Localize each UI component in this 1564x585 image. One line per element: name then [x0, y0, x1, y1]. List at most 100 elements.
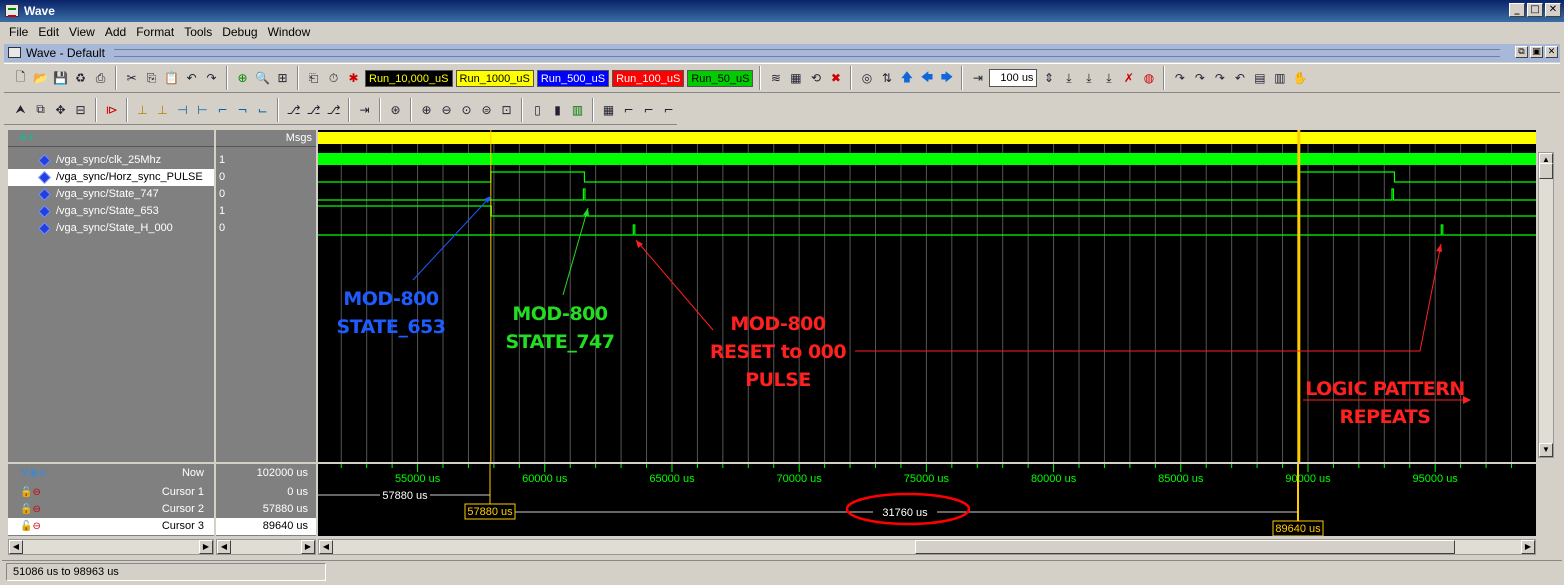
lock-icon[interactable]: 🔓⊖ — [20, 501, 54, 515]
format-analog-icon[interactable]: ⎇ — [305, 101, 322, 118]
scroll-down-arrow-icon[interactable]: ▼ — [1539, 443, 1553, 457]
signal-row[interactable]: /vga_sync/State_653 — [8, 203, 214, 220]
step-over-icon[interactable]: ↷ — [1191, 70, 1208, 87]
signal-row[interactable]: /vga_sync/State_747 — [8, 186, 214, 203]
hierarchy-icon[interactable]: ⊞ — [274, 70, 291, 87]
stop-sim-icon[interactable]: ◍ — [1140, 70, 1157, 87]
run-10000-us-button[interactable]: Run_10,000_uS — [365, 69, 453, 87]
subwindow-close-button[interactable]: ✕ — [1545, 46, 1558, 58]
show-cursor-icon[interactable]: ▯ — [529, 101, 546, 118]
run-50-us-button[interactable]: Run_50_uS — [687, 69, 754, 87]
scroll-left-arrow-icon[interactable]: ◀ — [217, 540, 231, 554]
run-all-icon[interactable]: ⤓ — [1100, 70, 1117, 87]
scroll-thumb[interactable] — [1539, 163, 1553, 179]
cursor-tools-icon[interactable]: ⚒▣⊕ — [20, 465, 54, 479]
find-prev-edge-icon[interactable]: ⊣ — [174, 101, 191, 118]
scroll-right-arrow-icon[interactable]: ▶ — [199, 540, 213, 554]
up-arrow-icon[interactable]: 🡅 — [898, 70, 915, 87]
save-icon[interactable]: 💾 — [52, 70, 69, 87]
run-icon[interactable]: ⤓ — [1060, 70, 1077, 87]
dock-button[interactable]: ▣ — [1530, 46, 1543, 58]
delete-cursor-icon[interactable]: ⊥ — [154, 101, 171, 118]
signal-row[interactable]: /vga_sync/clk_25Mhz — [8, 152, 214, 169]
right-arrow-icon[interactable]: 🡆 — [938, 70, 955, 87]
minimize-button[interactable]: _ — [1509, 3, 1525, 17]
layers-icon[interactable]: ≋ — [767, 70, 784, 87]
edge-any-icon[interactable]: ⌙ — [254, 101, 271, 118]
edit-mode-icon[interactable]: ⊟ — [72, 101, 89, 118]
menu-debug[interactable]: Debug — [217, 25, 262, 39]
step-icon[interactable]: ⇅ — [878, 70, 895, 87]
edge-falling-icon[interactable]: ⌐ — [214, 101, 231, 118]
memory-icon[interactable]: ▥ — [1271, 70, 1288, 87]
run-500-us-button[interactable]: Run_500_uS — [536, 69, 610, 87]
menu-format[interactable]: Format — [131, 25, 179, 39]
names-hscrollbar[interactable]: ◀ ▶ — [8, 539, 214, 555]
run-length-icon[interactable]: ⏱ — [325, 70, 342, 87]
copy-icon[interactable]: ⎘ — [143, 70, 160, 87]
vertical-scrollbar[interactable]: ▲ ▼ — [1538, 152, 1554, 458]
menu-add[interactable]: Add — [100, 25, 131, 39]
cursor-row[interactable]: 🔓⊖ Cursor 3 — [8, 518, 214, 535]
select-pointer-icon[interactable]: ⮝ — [12, 101, 29, 118]
values-hscrollbar[interactable]: ◀ ▶ — [216, 539, 316, 555]
spinner-icon[interactable]: ⇕ — [1040, 70, 1057, 87]
scroll-left-arrow-icon[interactable]: ◀ — [9, 540, 23, 554]
step-into-icon[interactable]: ↷ — [1171, 70, 1188, 87]
zoom-range-icon[interactable]: ⊡ — [498, 101, 515, 118]
redo-icon[interactable]: ↷ — [203, 70, 220, 87]
grid-icon[interactable]: ▦ — [787, 70, 804, 87]
menu-tools[interactable]: Tools — [179, 25, 217, 39]
collapse-icon[interactable]: ⌐ — [620, 101, 637, 118]
performance-icon[interactable]: ▤ — [1251, 70, 1268, 87]
menu-edit[interactable]: Edit — [33, 25, 64, 39]
open-folder-icon[interactable]: 📂 — [32, 70, 49, 87]
new-file-icon[interactable]: 🗋 — [12, 70, 29, 87]
run-length-input[interactable]: 100 us — [989, 69, 1038, 87]
stop-icon[interactable]: ✖ — [827, 70, 844, 87]
menu-file[interactable]: File — [4, 25, 33, 39]
insert-cursor-icon[interactable]: ⊥ — [134, 101, 151, 118]
expand-icon[interactable]: ▦ — [600, 101, 617, 118]
maximize-button[interactable]: □ — [1527, 3, 1543, 17]
scroll-right-arrow-icon[interactable]: ▶ — [301, 540, 315, 554]
step-out-icon[interactable]: ↷ — [1211, 70, 1228, 87]
scroll-right-arrow-icon[interactable]: ▶ — [1521, 540, 1535, 554]
wave-hscrollbar[interactable]: ◀ ▶ — [318, 539, 1536, 555]
restart-icon[interactable]: ⟲ — [807, 70, 824, 87]
break-sim-icon[interactable]: ✗ — [1120, 70, 1137, 87]
add-signal-icon[interactable]: ❖▾ — [18, 131, 33, 144]
waveform-pane[interactable]: MOD-800 STATE_653 MOD-800 STATE_747 MOD-… — [318, 130, 1536, 462]
lock-icon[interactable]: 🔓⊖ — [20, 518, 54, 532]
pan-mode-icon[interactable]: ✥ — [52, 101, 69, 118]
dataflow-icon[interactable]: ⊛ — [387, 101, 404, 118]
cursor-row[interactable]: 🔓⊖ Cursor 1 — [8, 484, 214, 501]
scroll-left-arrow-icon[interactable]: ◀ — [319, 540, 333, 554]
format-color-icon[interactable]: ⎇ — [325, 101, 342, 118]
zoom-in-icon[interactable]: ⊕ — [418, 101, 435, 118]
signal-row[interactable]: /vga_sync/Horz_sync_PULSE — [8, 169, 214, 186]
break-icon[interactable]: ✱ — [345, 70, 362, 87]
zoom-mode-icon[interactable]: ⧉ — [32, 101, 49, 118]
bracket-icon[interactable]: ⌐ — [660, 101, 677, 118]
find-icon[interactable]: 🔍 — [254, 70, 271, 87]
show-grid-icon[interactable]: ▥ — [569, 101, 586, 118]
menu-view[interactable]: View — [64, 25, 100, 39]
menu-window[interactable]: Window — [263, 25, 316, 39]
left-arrow-icon[interactable]: 🡄 — [918, 70, 935, 87]
edge-rising-icon[interactable]: ¬ — [234, 101, 251, 118]
undo-icon[interactable]: ↶ — [183, 70, 200, 87]
zoom-out-icon[interactable]: ⊖ — [438, 101, 455, 118]
restore-icon[interactable]: ⌐ — [640, 101, 657, 118]
combine-signals-icon[interactable]: ⇥ — [356, 101, 373, 118]
paste-icon[interactable]: 📋 — [163, 70, 180, 87]
step-back-icon[interactable]: ↶ — [1231, 70, 1248, 87]
print-icon[interactable]: ⎙ — [92, 70, 109, 87]
continue-icon[interactable]: ⤓ — [1080, 70, 1097, 87]
show-signal-icon[interactable]: ▮ — [549, 101, 566, 118]
format-radix-icon[interactable]: ⎇ — [285, 101, 302, 118]
run-1000-us-button[interactable]: Run_1000_uS — [455, 69, 534, 87]
zoom-full-icon[interactable]: ⊙ — [458, 101, 475, 118]
run-100-us-button[interactable]: Run_100_uS — [612, 69, 685, 87]
cut-icon[interactable]: ✂ — [123, 70, 140, 87]
